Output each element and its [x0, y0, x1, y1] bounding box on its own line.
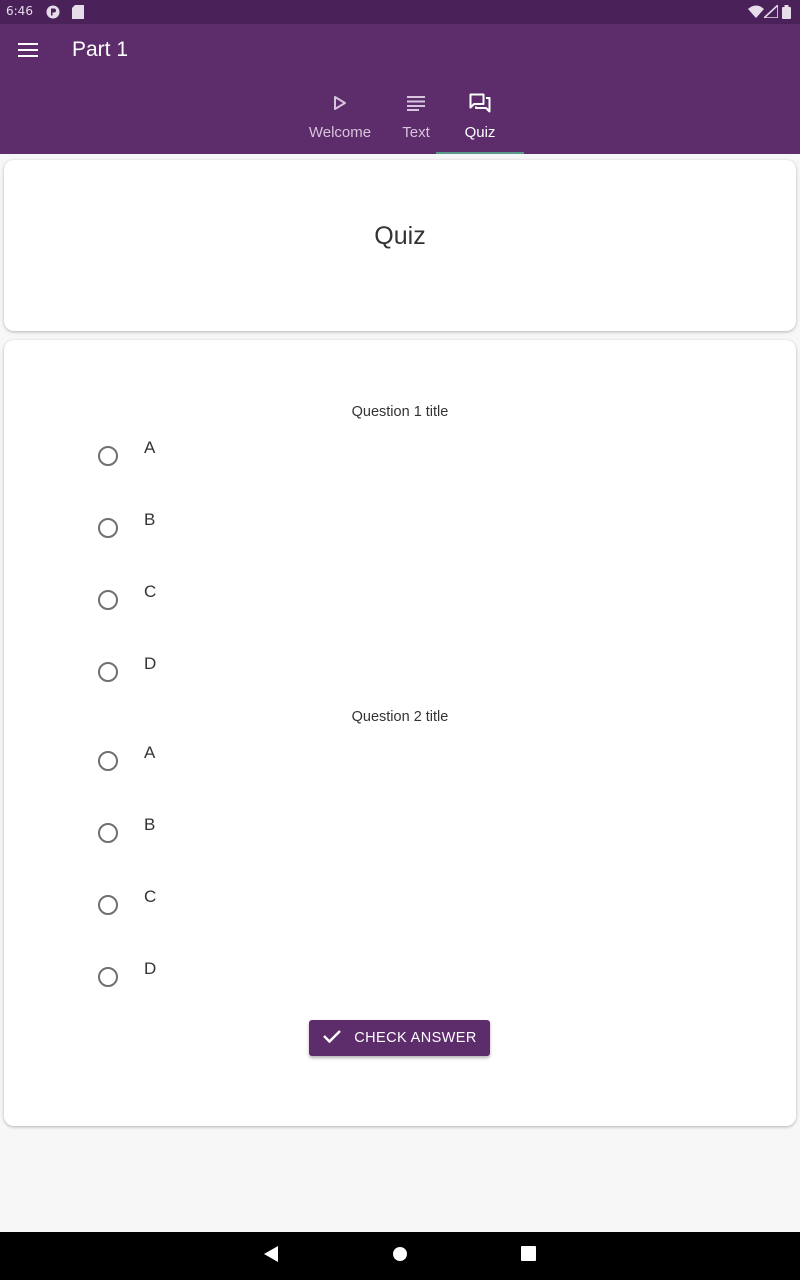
- q1-option-c[interactable]: C: [90, 582, 490, 622]
- quiz-card: Question 1 title A B C D Question 2 titl…: [4, 340, 796, 1126]
- radio-button[interactable]: [98, 967, 118, 987]
- home-button[interactable]: [388, 1244, 412, 1268]
- question-2-title: Question 2 title: [351, 709, 449, 725]
- q1-option-a[interactable]: A: [90, 438, 490, 478]
- radio-button[interactable]: [98, 662, 118, 682]
- forum-icon: [469, 92, 491, 114]
- radio-button[interactable]: [98, 518, 118, 538]
- radio-button[interactable]: [98, 895, 118, 915]
- app-bar: Part 1 Welcome Text Quiz: [0, 24, 800, 154]
- battery-icon: [782, 5, 791, 22]
- check-answer-label: CHECK ANSWER: [354, 1030, 477, 1046]
- option-label: C: [144, 887, 157, 906]
- radio-button[interactable]: [98, 446, 118, 466]
- q2-option-b[interactable]: B: [90, 815, 490, 855]
- menu-icon: [18, 42, 38, 63]
- system-nav-bar: [0, 1232, 800, 1280]
- q2-option-a[interactable]: A: [90, 743, 490, 783]
- tab-welcome[interactable]: Welcome: [296, 84, 384, 154]
- q1-option-b[interactable]: B: [90, 510, 490, 550]
- back-button[interactable]: [259, 1244, 283, 1268]
- quiz-heading: Quiz: [374, 222, 426, 250]
- sd-card-icon: [72, 5, 84, 22]
- play-icon: [333, 92, 347, 114]
- recents-button[interactable]: [516, 1244, 540, 1268]
- option-label: A: [144, 438, 156, 457]
- home-circle-icon: [392, 1246, 408, 1267]
- tab-quiz[interactable]: Quiz: [436, 84, 524, 154]
- q2-option-d[interactable]: D: [90, 959, 490, 999]
- option-label: D: [144, 959, 157, 978]
- radio-button[interactable]: [98, 590, 118, 610]
- option-label: D: [144, 654, 157, 673]
- radio-button[interactable]: [98, 823, 118, 843]
- page-title: Part 1: [72, 38, 129, 61]
- title-card: Quiz: [4, 160, 796, 331]
- cell-signal-icon: [761, 3, 779, 21]
- check-answer-button[interactable]: CHECK ANSWER: [309, 1020, 490, 1056]
- menu-button[interactable]: [8, 32, 48, 72]
- option-label: B: [144, 510, 156, 529]
- radio-button[interactable]: [98, 751, 118, 771]
- status-time: 6:46: [6, 4, 33, 18]
- recents-square-icon: [520, 1246, 536, 1266]
- active-tab-indicator: [436, 152, 524, 154]
- text-lines-icon: [407, 92, 425, 114]
- q2-option-c[interactable]: C: [90, 887, 490, 927]
- option-label: B: [144, 815, 156, 834]
- q1-option-d[interactable]: D: [90, 654, 490, 694]
- wifi-icon: [748, 5, 764, 21]
- option-label: A: [144, 743, 156, 762]
- tab-text[interactable]: Text: [384, 84, 448, 154]
- tab-bar: Welcome Text Quiz: [296, 84, 524, 154]
- question-1-title: Question 1 title: [351, 404, 449, 420]
- option-label: C: [144, 582, 157, 601]
- back-triangle-icon: [262, 1245, 280, 1268]
- status-bar: 6:46: [0, 0, 800, 24]
- tab-text-label: Text: [402, 124, 430, 141]
- tab-welcome-label: Welcome: [308, 124, 372, 141]
- tab-quiz-label: Quiz: [464, 124, 496, 141]
- check-icon: [322, 1028, 342, 1049]
- app-notification-icon: [46, 5, 60, 22]
